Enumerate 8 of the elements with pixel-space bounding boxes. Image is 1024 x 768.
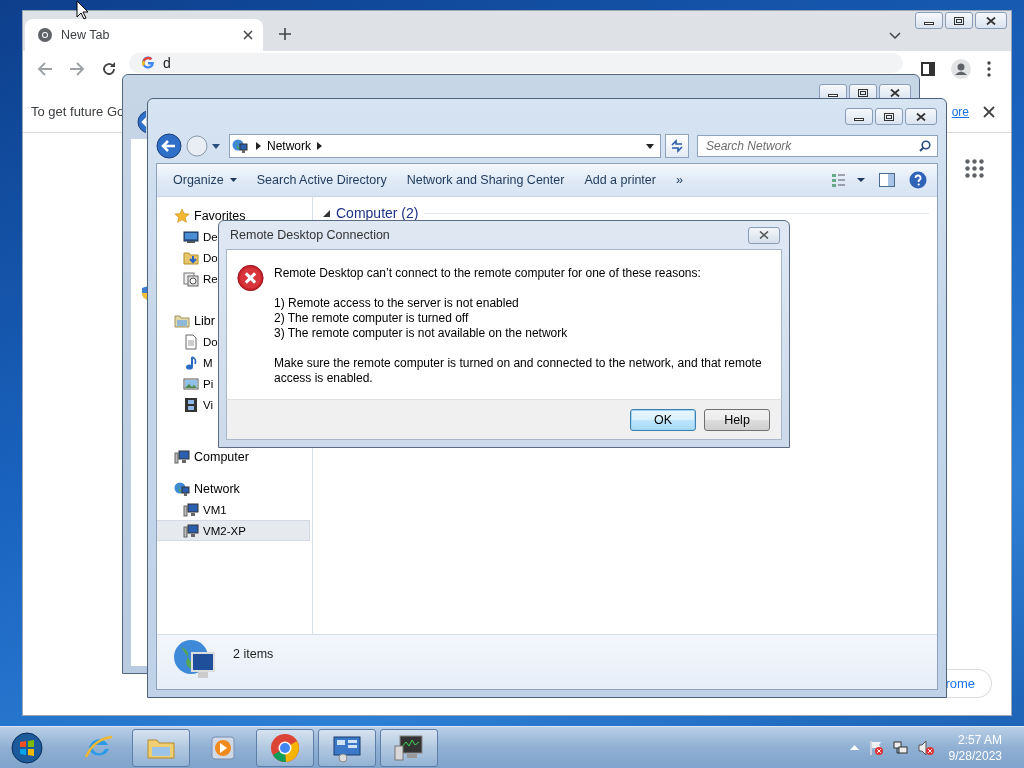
error-message: Remote Desktop can’t connect to the remote computer for one of these reasons: <box>273 266 702 281</box>
advice-text: Make sure the remote computer is turned on and connected to the network, and that remote access is enabled. <box>273 356 763 386</box>
item-count: 2 items <box>233 647 274 661</box>
dialog-title: Remote Desktop Connection <box>230 228 391 242</box>
reason-text: 2) The remote computer is turned off <box>273 311 470 326</box>
reason-text: 1) Remote access to the server is not enabled <box>273 296 520 311</box>
tab-title: New Tab <box>61 28 111 42</box>
reason-text: 3) The remote computer is not available on the network <box>273 326 569 341</box>
